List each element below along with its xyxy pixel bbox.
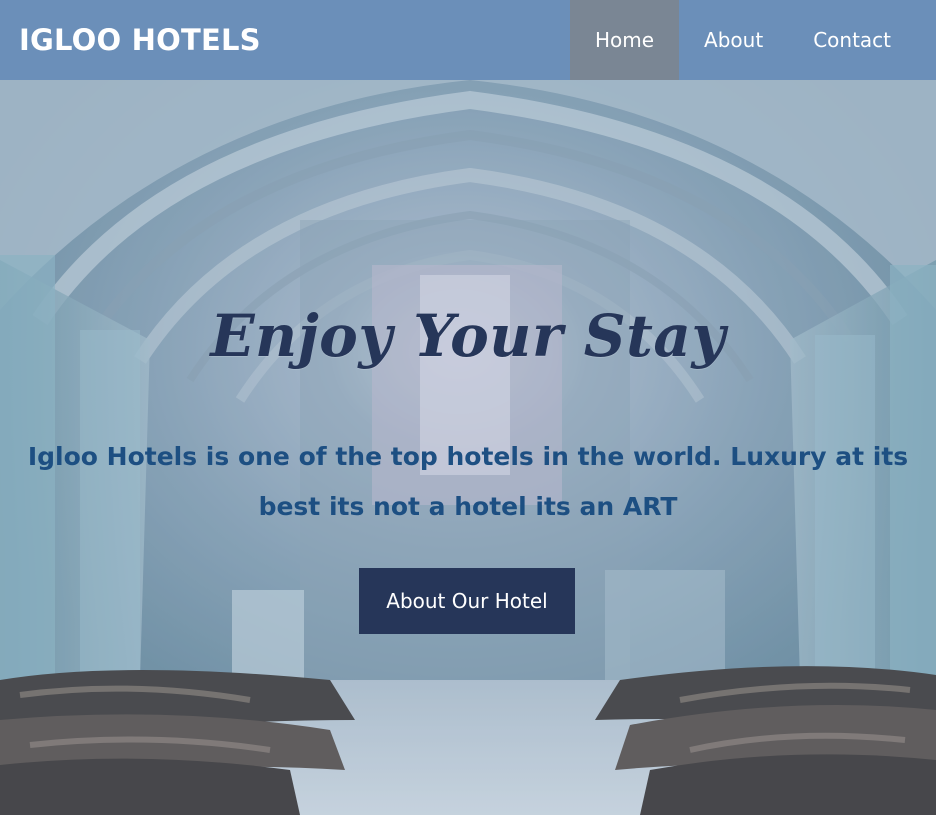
hero-section: Enjoy Your Stay Igloo Hotels is one of t…: [0, 80, 936, 815]
nav-link-about[interactable]: About: [679, 0, 788, 80]
navbar: IGLOO HOTELS Home About Contact: [0, 0, 936, 80]
hero-title: Enjoy Your Stay: [210, 302, 726, 370]
nav-link-contact[interactable]: Contact: [788, 0, 916, 80]
brand-logo[interactable]: IGLOO HOTELS: [19, 23, 261, 57]
hero-content: Enjoy Your Stay Igloo Hotels is one of t…: [0, 80, 936, 815]
nav-link-home[interactable]: Home: [569, 0, 680, 80]
hero-description: Igloo Hotels is one of the top hotels in…: [27, 442, 909, 521]
nav-links: Home About Contact: [569, 0, 916, 80]
about-our-hotel-button[interactable]: About Our Hotel: [359, 568, 575, 634]
